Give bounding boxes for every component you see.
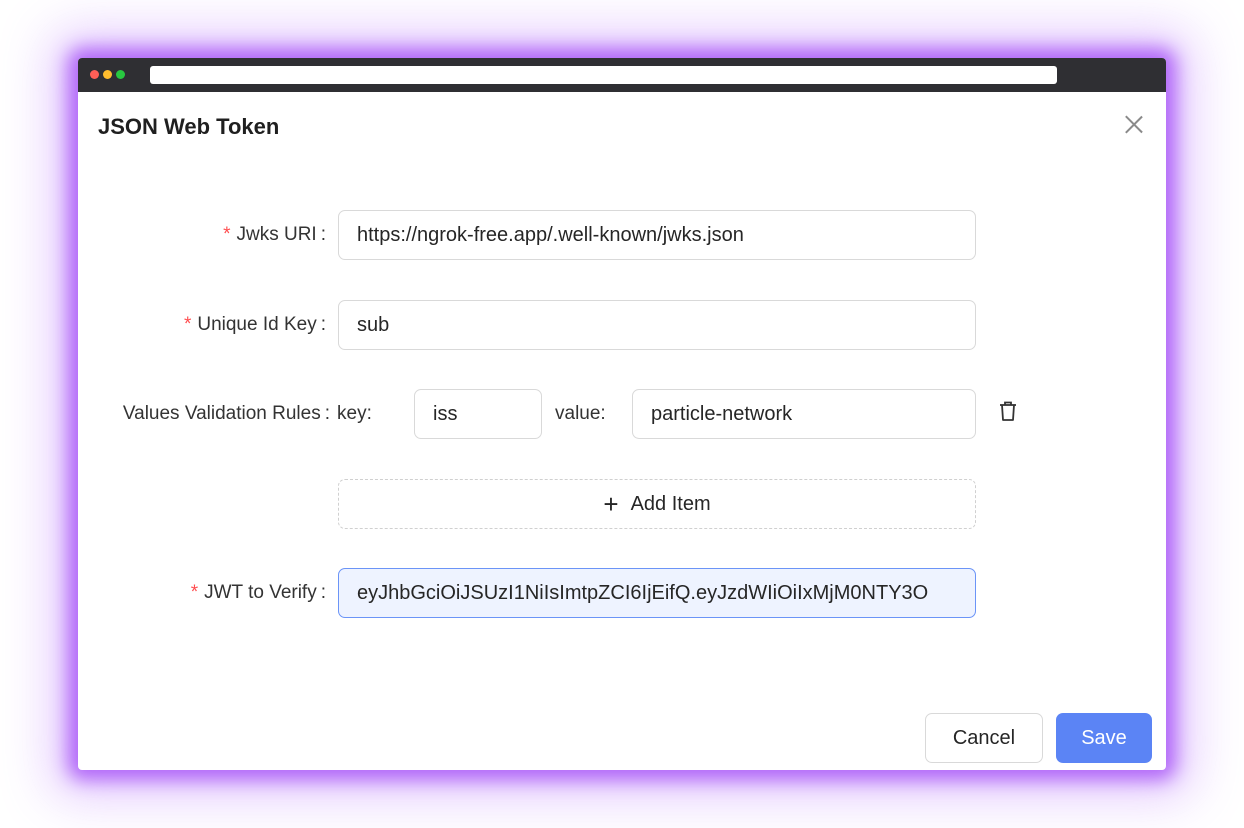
label-colon: : [324, 403, 330, 424]
validation-rules-label-text: Values Validation Rules [122, 403, 321, 424]
close-icon[interactable] [1122, 112, 1146, 136]
unique-id-key-label-text: Unique Id Key [197, 314, 317, 335]
plus-icon: + [603, 489, 619, 519]
required-mark: * [183, 314, 192, 335]
save-button[interactable]: Save [1056, 713, 1152, 763]
jwks-uri-label-text: Jwks URI [236, 224, 317, 245]
minimize-window-dot[interactable] [103, 70, 112, 79]
cancel-button[interactable]: Cancel [925, 713, 1043, 763]
rule-value-label: value: [555, 403, 606, 424]
add-item-label: Add Item [630, 492, 711, 515]
label-colon: : [320, 582, 326, 603]
add-item-button[interactable]: + Add Item [338, 479, 976, 529]
browser-window: JSON Web Token * Jwks URI: https://ngrok-… [78, 58, 1166, 770]
jwt-to-verify-label-text: JWT to Verify [204, 582, 317, 603]
label-colon: : [320, 224, 326, 245]
close-window-dot[interactable] [90, 70, 99, 79]
jwks-uri-input[interactable]: https://ngrok-free.app/.well-known/jwks.… [338, 210, 976, 260]
jwt-to-verify-label: * JWT to Verify: [78, 568, 326, 618]
rule-value-input[interactable]: particle-network [632, 389, 976, 439]
required-mark: * [223, 224, 231, 245]
label-colon: : [320, 314, 326, 335]
rule-key-label: key: [337, 403, 372, 424]
trash-icon[interactable] [998, 400, 1018, 422]
validation-rules-label: Values Validation Rules: [78, 389, 330, 439]
maximize-window-dot[interactable] [116, 70, 125, 79]
jwt-to-verify-input[interactable]: eyJhbGciOiJSUzI1NiIsImtpZCI6IjEifQ.eyJzd… [338, 568, 976, 618]
window-titlebar [78, 58, 1166, 92]
dialog-title: JSON Web Token [98, 114, 280, 139]
unique-id-key-input[interactable]: sub [338, 300, 976, 350]
unique-id-key-label: * Unique Id Key: [78, 300, 326, 350]
jwks-uri-label: * Jwks URI: [78, 210, 326, 260]
rule-key-input[interactable]: iss [414, 389, 542, 439]
address-bar[interactable] [150, 66, 1057, 84]
required-mark: * [190, 582, 199, 603]
